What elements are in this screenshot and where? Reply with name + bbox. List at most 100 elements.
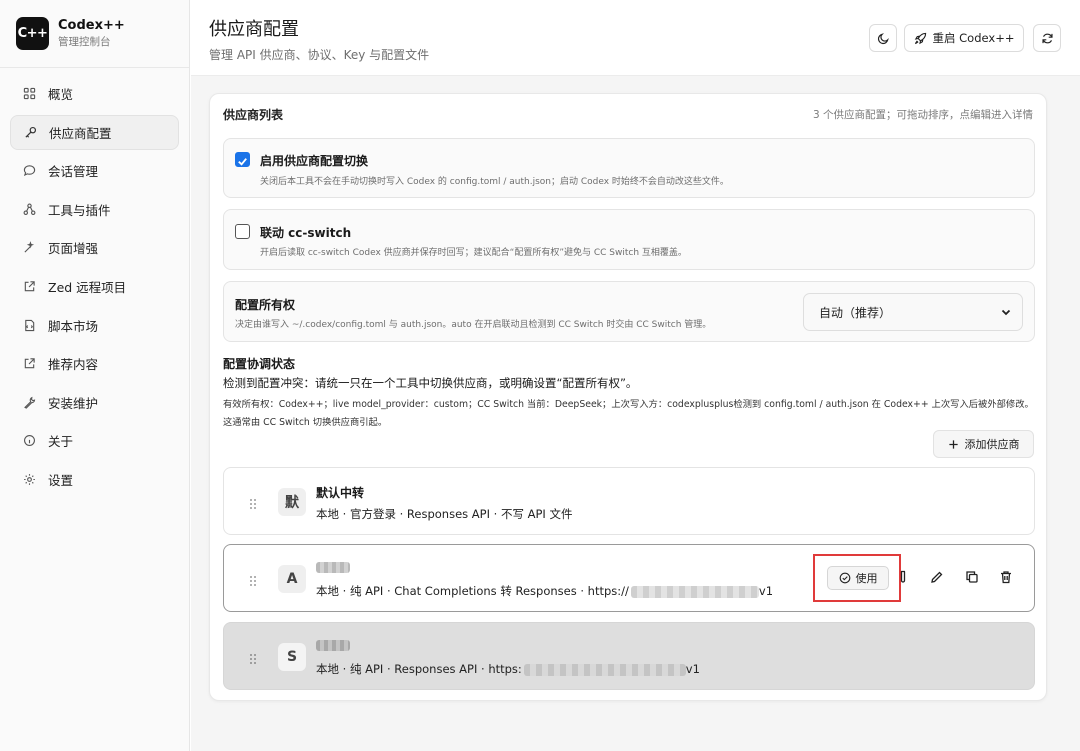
- option-title: 联动 cc-switch: [260, 226, 352, 240]
- sync-status-title: 配置协调状态: [223, 357, 296, 371]
- option-desc: 关闭后本工具不会在手动切换时写入 Codex 的 config.toml / a…: [260, 177, 729, 187]
- add-provider-label: 添加供应商: [964, 438, 1020, 451]
- sidebar-item-label: 工具与插件: [48, 202, 111, 218]
- sidebar-nav: 概览 供应商配置 会话管理 工具与插件 页面增强 Zed 远程项目 脚本市场 推…: [0, 68, 189, 497]
- ownership-select[interactable]: 自动（推荐）: [803, 293, 1023, 331]
- sidebar-item-plugins[interactable]: 工具与插件: [10, 192, 179, 227]
- info-icon: [22, 434, 36, 448]
- sidebar-item-label: Zed 远程项目: [48, 279, 127, 295]
- wrench-icon: [22, 395, 36, 409]
- app-subtitle: 管理控制台: [58, 35, 111, 48]
- trash-icon[interactable]: [999, 569, 1013, 584]
- provider-avatar: 默: [278, 488, 306, 516]
- external-link-icon: [22, 357, 36, 371]
- page-header: 供应商配置 管理 API 供应商、协议、Key 与配置文件 重启 Codex++: [191, 0, 1080, 76]
- provider-desc: 本地 · 官方登录 · Responses API · 不写 API 文件: [316, 507, 573, 521]
- use-provider-button[interactable]: 使用: [827, 566, 889, 590]
- page-title: 供应商配置: [209, 19, 299, 40]
- restart-label: 重启 Codex++: [932, 31, 1015, 45]
- provider-desc: 本地 · 纯 API · Chat Completions 转 Response…: [316, 583, 773, 599]
- sidebar-item-overview[interactable]: 概览: [10, 76, 179, 111]
- sidebar-item-label: 页面增强: [48, 241, 99, 257]
- switch-option: 启用供应商配置切换 关闭后本工具不会在手动切换时写入 Codex 的 confi…: [223, 138, 1035, 198]
- option-desc: 开启后读取 cc-switch Codex 供应商并保存时回写；建议配合“配置所…: [260, 248, 687, 258]
- provider-avatar: S: [278, 643, 306, 671]
- provider-row[interactable]: A 本地 · 纯 API · Chat Completions 转 Respon…: [223, 544, 1035, 612]
- rocket-icon: [914, 32, 927, 45]
- grid-icon: [22, 87, 36, 101]
- page-subtitle: 管理 API 供应商、协议、Key 与配置文件: [209, 48, 430, 62]
- refresh-icon: [1041, 32, 1054, 45]
- option-desc: 决定由谁写入 ~/.codex/config.toml 与 auth.json。…: [235, 320, 712, 330]
- option-title: 启用供应商配置切换: [260, 154, 369, 168]
- sidebar-item-label: 设置: [48, 472, 74, 488]
- sidebar-item-label: 会话管理: [48, 164, 99, 180]
- provider-list-card: 供应商列表 3 个供应商配置；可拖动排序，点编辑进入详情 启用供应商配置切换 关…: [209, 93, 1047, 701]
- sync-detail: 有效所有权：Codex++；live model_provider：custom…: [223, 399, 1034, 428]
- refresh-button[interactable]: [1033, 24, 1061, 52]
- sidebar: C++ Codex++ 管理控制台 概览 供应商配置 会话管理 工具与插件 页面…: [0, 0, 190, 751]
- sidebar-item-label: 概览: [48, 87, 74, 102]
- drag-handle-icon[interactable]: [249, 495, 257, 509]
- sync-warning: 检测到配置冲突：请统一只在一个工具中切换供应商，或明确设置“配置所有权”。: [223, 376, 638, 390]
- add-provider-button[interactable]: 添加供应商: [933, 430, 1034, 458]
- option-title: 配置所有权: [235, 298, 296, 312]
- sidebar-item-about[interactable]: 关于: [10, 423, 179, 458]
- sidebar-item-recommended[interactable]: 推荐内容: [10, 346, 179, 381]
- sidebar-item-sessions[interactable]: 会话管理: [10, 153, 179, 188]
- test-connection-button[interactable]: [896, 569, 910, 583]
- sidebar-item-label: 关于: [48, 434, 74, 450]
- card-hint: 3 个供应商配置；可拖动排序，点编辑进入详情: [812, 109, 1033, 121]
- sidebar-item-label: 安装维护: [48, 395, 99, 411]
- sidebar-item-settings[interactable]: 设置: [10, 462, 179, 497]
- plus-icon: [948, 439, 959, 450]
- app-name: Codex++: [58, 17, 125, 33]
- brand: C++ Codex++ 管理控制台: [0, 0, 189, 68]
- sidebar-item-label: 推荐内容: [48, 357, 99, 373]
- wand-icon: [22, 241, 36, 255]
- external-link-icon: [22, 279, 36, 293]
- gear-icon: [22, 472, 36, 486]
- drag-handle-icon[interactable]: [249, 572, 257, 586]
- main-area: 供应商配置 管理 API 供应商、协议、Key 与配置文件 重启 Codex++…: [191, 0, 1080, 751]
- provider-desc-prefix: 本地 · 纯 API · Chat Completions 转 Response…: [316, 584, 629, 598]
- check-circle-icon: [839, 572, 856, 584]
- select-value: 自动（推荐）: [819, 305, 892, 320]
- sidebar-item-maintenance[interactable]: 安装维护: [10, 385, 179, 420]
- sidebar-item-scripts[interactable]: 脚本市场: [10, 308, 179, 343]
- app-logo: C++: [16, 17, 49, 50]
- provider-name: 默认中转: [316, 486, 365, 500]
- sidebar-item-label: 脚本市场: [48, 318, 99, 334]
- sidebar-item-providers[interactable]: 供应商配置: [10, 114, 179, 150]
- sidebar-item-label: 供应商配置: [49, 125, 112, 141]
- provider-desc-suffix: v1: [758, 584, 774, 598]
- provider-row[interactable]: 默 默认中转 本地 · 官方登录 · Responses API · 不写 AP…: [223, 467, 1035, 535]
- chevron-down-icon: [1000, 306, 1012, 318]
- provider-desc-suffix: v1: [685, 662, 700, 676]
- ccswitch-checkbox[interactable]: [235, 224, 250, 239]
- enable-switch-checkbox[interactable]: [235, 152, 250, 167]
- redacted-url: [630, 585, 759, 598]
- edit-pencil-icon[interactable]: [930, 569, 944, 583]
- provider-desc: 本地 · 纯 API · Responses API · https: v1: [316, 661, 700, 677]
- redacted-provider-name: [316, 640, 350, 651]
- use-label: 使用: [855, 572, 878, 585]
- redacted-provider-name: [316, 562, 350, 573]
- use-button-highlight: 使用: [813, 554, 901, 602]
- key-icon: [23, 125, 37, 139]
- provider-avatar: A: [278, 565, 306, 593]
- copy-icon[interactable]: [965, 569, 979, 583]
- restart-codex-button[interactable]: 重启 Codex++: [904, 24, 1024, 52]
- ownership-option: 配置所有权 决定由谁写入 ~/.codex/config.toml 与 auth…: [223, 281, 1035, 342]
- ccswitch-option: 联动 cc-switch 开启后读取 cc-switch Codex 供应商并保…: [223, 209, 1035, 270]
- provider-row[interactable]: S 本地 · 纯 API · Responses API · https: v1: [223, 622, 1035, 690]
- sidebar-item-enhance[interactable]: 页面增强: [10, 230, 179, 265]
- provider-desc-prefix: 本地 · 纯 API · Responses API · https:: [316, 662, 522, 676]
- moon-icon: [877, 32, 890, 45]
- theme-toggle-button[interactable]: [869, 24, 897, 52]
- sidebar-item-zed-remote[interactable]: Zed 远程项目: [10, 269, 179, 304]
- script-icon: [22, 318, 36, 332]
- drag-handle-icon[interactable]: [249, 650, 257, 664]
- chat-icon: [22, 164, 36, 178]
- card-title: 供应商列表: [223, 108, 284, 122]
